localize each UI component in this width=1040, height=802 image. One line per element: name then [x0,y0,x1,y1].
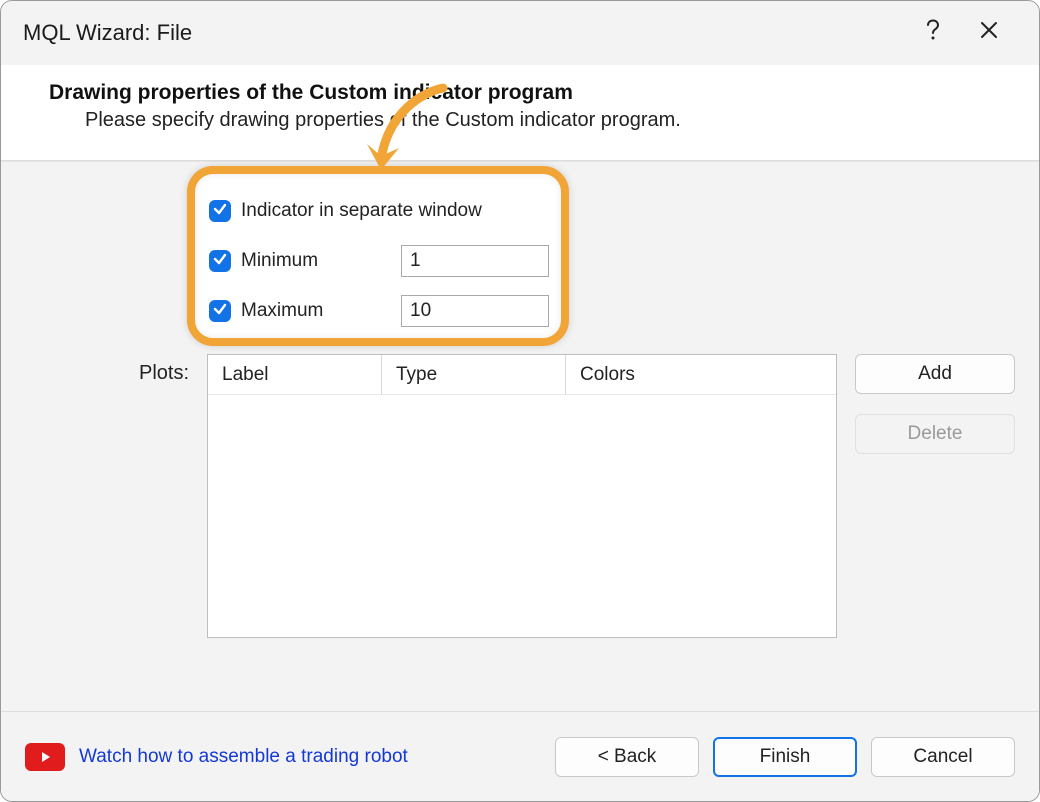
separate-window-checkbox[interactable] [209,200,231,222]
plots-label: Plots: [139,362,189,385]
maximum-label: Maximum [241,300,323,322]
help-video-link[interactable]: Watch how to assemble a trading robot [79,746,408,768]
minimum-checkbox[interactable] [209,250,231,272]
page-title: Drawing properties of the Custom indicat… [49,81,1039,105]
separate-window-row: Indicator in separate window [209,186,549,236]
cancel-button[interactable]: Cancel [871,737,1015,777]
minimum-label: Minimum [241,250,318,272]
youtube-icon[interactable] [25,743,65,771]
maximum-checkbox[interactable] [209,300,231,322]
plots-side-buttons: Add Delete [855,354,1015,454]
maximum-row: Maximum [209,286,549,336]
separate-window-label: Indicator in separate window [241,200,482,222]
minimum-input[interactable] [401,245,549,277]
column-header-type[interactable]: Type [382,355,566,394]
footer-bar: Watch how to assemble a trading robot < … [1,711,1039,801]
finish-button[interactable]: Finish [713,737,857,777]
plots-header: Label Type Colors [208,355,836,395]
header-band: Drawing properties of the Custom indicat… [1,65,1039,161]
close-icon [980,21,998,44]
content-area: Indicator in separate window Minimum Max… [1,161,1039,711]
delete-button: Delete [855,414,1015,454]
checkmark-icon [213,302,227,321]
wizard-window: MQL Wizard: File Drawing properties of t… [0,0,1040,802]
window-title: MQL Wizard: File [23,20,192,46]
indicator-properties: Indicator in separate window Minimum Max… [209,186,549,336]
column-header-label[interactable]: Label [208,355,382,394]
page-subtitle: Please specify drawing properties of the… [49,109,1039,132]
add-button[interactable]: Add [855,354,1015,394]
back-button[interactable]: < Back [555,737,699,777]
minimum-row: Minimum [209,236,549,286]
close-button[interactable] [961,13,1017,53]
checkmark-icon [213,252,227,271]
help-icon [926,19,940,46]
plots-table[interactable]: Label Type Colors [207,354,837,638]
checkmark-icon [213,202,227,221]
help-button[interactable] [905,13,961,53]
column-header-colors[interactable]: Colors [566,355,836,394]
maximum-input[interactable] [401,295,549,327]
titlebar: MQL Wizard: File [1,1,1039,65]
